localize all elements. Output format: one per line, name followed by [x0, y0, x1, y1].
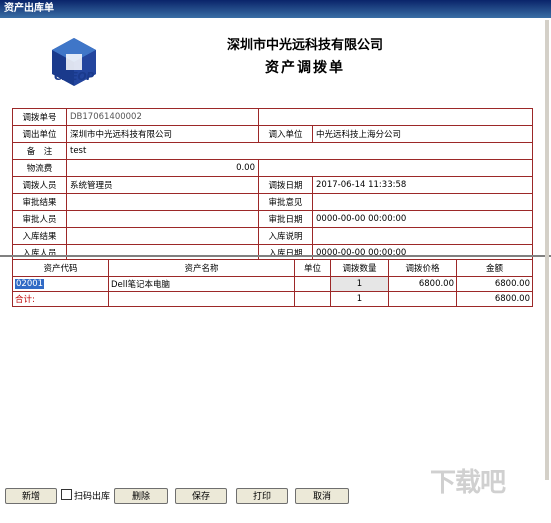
cancel-button[interactable]: 取消 — [295, 488, 349, 504]
total-row: 合计: 1 6800.00 — [12, 291, 533, 307]
item-unit-cell[interactable] — [294, 276, 331, 292]
total-label: 合计: — [12, 291, 109, 307]
approve-date-field[interactable]: 0000-00-00 00:00:00 — [312, 210, 533, 228]
stock-note-field[interactable] — [312, 227, 533, 245]
approve-result-field[interactable] — [66, 193, 259, 211]
logo-text: CNEOP — [54, 70, 94, 83]
remark-field[interactable]: test — [66, 142, 533, 160]
document-title: 资产调拨单 — [265, 60, 345, 76]
out-unit-field[interactable]: 深圳市中光远科技有限公司 — [66, 125, 259, 143]
transfer-date-label: 调拨日期 — [258, 176, 313, 194]
company-name: 深圳市中光远科技有限公司 — [226, 38, 383, 53]
blank-cell — [388, 291, 457, 307]
col-header-code[interactable]: 资产代码 — [12, 259, 109, 277]
right-edge-bar — [545, 20, 549, 480]
watermark-text: 下载吧 — [430, 468, 506, 498]
blank-cell — [108, 291, 295, 307]
stock-note-label: 入库说明 — [258, 227, 313, 245]
section-divider — [0, 255, 551, 257]
transfer-info-table: 调拨单号 DB17061400002 调出单位 深圳市中光远科技有限公司 调入单… — [12, 108, 533, 262]
transfer-no-label: 调拨单号 — [12, 108, 67, 126]
in-unit-label: 调入单位 — [258, 125, 313, 143]
blank-cell — [294, 291, 331, 307]
col-header-price[interactable]: 调拨价格 — [388, 259, 457, 277]
col-header-name[interactable]: 资产名称 — [108, 259, 295, 277]
freight-label: 物流费 — [12, 159, 67, 177]
col-header-amount[interactable]: 金额 — [456, 259, 533, 277]
item-price-cell[interactable]: 6800.00 — [388, 276, 457, 292]
total-qty: 1 — [330, 291, 389, 307]
item-qty-cell[interactable]: 1 — [330, 276, 389, 292]
transfer-no-field[interactable]: DB17061400002 — [66, 108, 259, 126]
approve-opinion-field[interactable] — [312, 193, 533, 211]
col-header-qty[interactable]: 调拨数量 — [330, 259, 389, 277]
out-unit-label: 调出单位 — [12, 125, 67, 143]
col-header-unit[interactable]: 单位 — [294, 259, 331, 277]
item-amount-cell[interactable]: 6800.00 — [456, 276, 533, 292]
stock-result-label: 入库结果 — [12, 227, 67, 245]
transfer-person-field[interactable]: 系统管理员 — [66, 176, 259, 194]
scan-out-checkbox[interactable]: 扫码出库 — [61, 489, 110, 503]
scan-out-label: 扫码出库 — [74, 492, 111, 502]
items-table: 资产代码 资产名称 单位 调拨数量 调拨价格 金额 02001 Dell笔记本电… — [12, 259, 533, 307]
approve-opinion-label: 审批意见 — [258, 193, 313, 211]
blank-cell — [258, 159, 533, 177]
item-code[interactable]: 02001 — [15, 279, 45, 289]
transfer-date-field[interactable]: 2017-06-14 11:33:58 — [312, 176, 533, 194]
add-button[interactable]: 新增 — [5, 488, 57, 504]
window-title: 资产出库单 — [0, 0, 551, 18]
approve-date-label: 审批日期 — [258, 210, 313, 228]
transfer-person-label: 调拨人员 — [12, 176, 67, 194]
remark-label: 备 注 — [12, 142, 67, 160]
delete-button[interactable]: 删除 — [114, 488, 168, 504]
approve-result-label: 审批结果 — [12, 193, 67, 211]
checkbox-box[interactable] — [61, 489, 72, 500]
in-unit-field[interactable]: 中光远科技上海分公司 — [312, 125, 533, 143]
print-button[interactable]: 打印 — [236, 488, 288, 504]
item-name-cell[interactable]: Dell笔记本电脑 — [108, 276, 295, 292]
stock-result-field[interactable] — [66, 227, 259, 245]
approver-label: 审批人员 — [12, 210, 67, 228]
save-button[interactable]: 保存 — [175, 488, 227, 504]
total-amount: 6800.00 — [456, 291, 533, 307]
blank-cell — [258, 108, 533, 126]
item-code-cell[interactable]: 02001 — [12, 276, 109, 292]
table-row[interactable]: 02001 Dell笔记本电脑 1 6800.00 6800.00 — [12, 276, 533, 292]
approver-field[interactable] — [66, 210, 259, 228]
freight-field[interactable]: 0.00 — [66, 159, 259, 177]
